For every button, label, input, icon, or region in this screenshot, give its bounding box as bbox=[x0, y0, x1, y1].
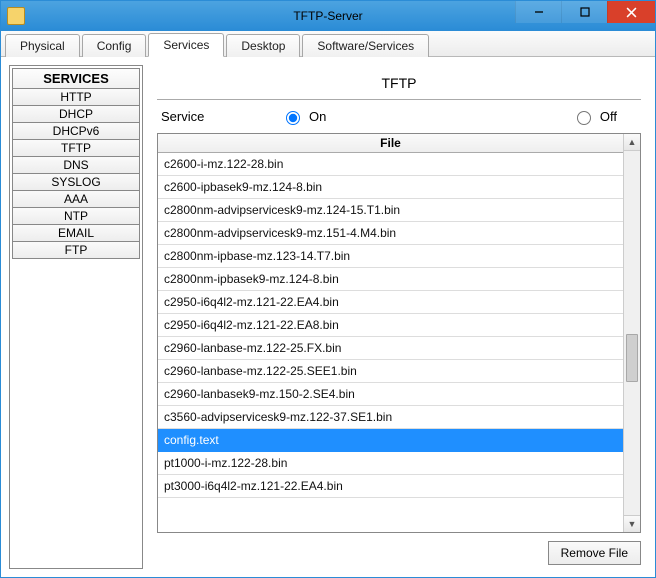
file-row[interactable]: c3560-advipservicesk9-mz.122-37.SE1.bin bbox=[158, 406, 623, 429]
service-off-radio[interactable]: Off bbox=[572, 108, 617, 125]
sidebar-item-syslog[interactable]: SYSLOG bbox=[12, 173, 140, 191]
app-window: TFTP-Server PhysicalConfigServicesDeskto… bbox=[0, 0, 656, 578]
titlebar: TFTP-Server bbox=[1, 1, 655, 31]
on-label: On bbox=[309, 109, 326, 124]
minimize-button[interactable] bbox=[515, 1, 561, 23]
sidebar-item-tftp[interactable]: TFTP bbox=[12, 139, 140, 157]
file-row[interactable]: pt1000-i-mz.122-28.bin bbox=[158, 452, 623, 475]
panel-footer: Remove File bbox=[157, 533, 641, 565]
file-row[interactable]: c2960-lanbase-mz.122-25.SEE1.bin bbox=[158, 360, 623, 383]
file-row[interactable]: c2960-lanbasek9-mz.150-2.SE4.bin bbox=[158, 383, 623, 406]
panel-title: TFTP bbox=[157, 69, 641, 99]
file-row[interactable]: c2950-i6q4l2-mz.121-22.EA8.bin bbox=[158, 314, 623, 337]
file-list[interactable]: c2600-i-mz.122-28.binc2600-ipbasek9-mz.1… bbox=[158, 153, 623, 532]
file-column-header[interactable]: File bbox=[158, 134, 623, 153]
file-row[interactable]: c2600-i-mz.122-28.bin bbox=[158, 153, 623, 176]
sidebar-item-http[interactable]: HTTP bbox=[12, 88, 140, 106]
tab-software-services[interactable]: Software/Services bbox=[302, 34, 429, 57]
tab-services[interactable]: Services bbox=[148, 33, 224, 57]
tabs-bar: PhysicalConfigServicesDesktopSoftware/Se… bbox=[1, 31, 655, 57]
file-list-container: File c2600-i-mz.122-28.binc2600-ipbasek9… bbox=[157, 133, 641, 533]
file-row[interactable]: config.text bbox=[158, 429, 623, 452]
app-icon bbox=[7, 7, 25, 25]
sidebar-item-dhcp[interactable]: DHCP bbox=[12, 105, 140, 123]
sidebar-item-dhcpv6[interactable]: DHCPv6 bbox=[12, 122, 140, 140]
file-row[interactable]: c2960-lanbase-mz.122-25.FX.bin bbox=[158, 337, 623, 360]
file-row[interactable]: c2800nm-ipbase-mz.123-14.T7.bin bbox=[158, 245, 623, 268]
service-on-radio[interactable]: On bbox=[281, 108, 326, 125]
file-row[interactable]: c2800nm-advipservicesk9-mz.124-15.T1.bin bbox=[158, 199, 623, 222]
scroll-up-arrow[interactable]: ▲ bbox=[624, 134, 640, 151]
close-button[interactable] bbox=[607, 1, 655, 23]
sidebar-item-aaa[interactable]: AAA bbox=[12, 190, 140, 208]
service-on-input[interactable] bbox=[286, 111, 300, 125]
remove-file-button[interactable]: Remove File bbox=[548, 541, 641, 565]
service-off-input[interactable] bbox=[577, 111, 591, 125]
service-radio-group: On Off bbox=[281, 108, 637, 125]
file-row[interactable]: c2800nm-ipbasek9-mz.124-8.bin bbox=[158, 268, 623, 291]
scroll-down-arrow[interactable]: ▼ bbox=[624, 515, 640, 532]
tab-desktop[interactable]: Desktop bbox=[226, 34, 300, 57]
file-list-inner: File c2600-i-mz.122-28.binc2600-ipbasek9… bbox=[158, 134, 623, 532]
tab-config[interactable]: Config bbox=[82, 34, 147, 57]
file-row[interactable]: c2950-i6q4l2-mz.121-22.EA4.bin bbox=[158, 291, 623, 314]
sidebar-item-dns[interactable]: DNS bbox=[12, 156, 140, 174]
file-row[interactable]: c2800nm-advipservicesk9-mz.151-4.M4.bin bbox=[158, 222, 623, 245]
service-label: Service bbox=[161, 109, 281, 124]
file-row[interactable]: pt3000-i6q4l2-mz.121-22.EA4.bin bbox=[158, 475, 623, 498]
window-controls bbox=[515, 1, 655, 23]
content-body: SERVICES HTTPDHCPDHCPv6TFTPDNSSYSLOGAAAN… bbox=[1, 57, 655, 577]
sidebar-header: SERVICES bbox=[12, 68, 140, 89]
sidebar-items: HTTPDHCPDHCPv6TFTPDNSSYSLOGAAANTPEMAILFT… bbox=[12, 88, 140, 259]
scrollbar[interactable]: ▲ ▼ bbox=[623, 134, 640, 532]
maximize-button[interactable] bbox=[561, 1, 607, 23]
tab-physical[interactable]: Physical bbox=[5, 34, 80, 57]
sidebar-item-ntp[interactable]: NTP bbox=[12, 207, 140, 225]
sidebar-item-ftp[interactable]: FTP bbox=[12, 241, 140, 259]
off-label: Off bbox=[600, 109, 617, 124]
main-panel: TFTP Service On Off File bbox=[151, 65, 647, 569]
divider bbox=[157, 99, 641, 100]
scroll-thumb[interactable] bbox=[626, 334, 638, 382]
sidebar-item-email[interactable]: EMAIL bbox=[12, 224, 140, 242]
services-sidebar: SERVICES HTTPDHCPDHCPv6TFTPDNSSYSLOGAAAN… bbox=[9, 65, 143, 569]
service-row: Service On Off bbox=[157, 106, 641, 133]
file-row[interactable]: c2600-ipbasek9-mz.124-8.bin bbox=[158, 176, 623, 199]
